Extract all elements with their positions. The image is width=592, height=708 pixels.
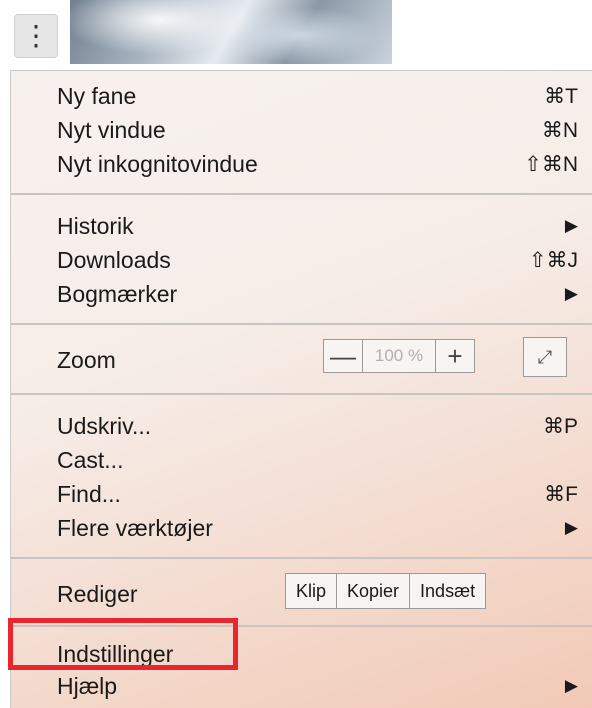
vertical-dots-icon: ⋮ — [22, 20, 50, 51]
menu-item-bookmarks[interactable]: Bogmærker ▶ — [57, 277, 578, 311]
menu-item-label: Bogmærker — [57, 280, 178, 307]
paste-button[interactable]: Indsæt — [410, 573, 487, 609]
menu-item-zoom: Zoom — [57, 343, 578, 377]
submenu-arrow-icon: ▶ — [564, 518, 578, 537]
copy-button[interactable]: Kopier — [337, 573, 411, 609]
menu-item-label: Zoom — [57, 346, 116, 373]
menu-item-print[interactable]: Udskriv... ⌘P — [57, 409, 578, 443]
submenu-arrow-icon: ▶ — [564, 284, 578, 303]
zoom-out-button[interactable]: — — [323, 339, 363, 373]
settings-highlight-box — [8, 618, 238, 670]
background-photo — [70, 0, 392, 64]
menu-separator — [11, 323, 592, 325]
menu-item-find[interactable]: Find... ⌘F — [57, 477, 578, 511]
menu-item-new-window[interactable]: Nyt vindue ⌘N — [57, 113, 578, 147]
menu-item-downloads[interactable]: Downloads ⇧⌘J — [57, 243, 578, 277]
menu-item-label: Nyt inkognitovindue — [57, 150, 258, 177]
menu-button[interactable]: ⋮ — [14, 14, 58, 58]
menu-separator — [11, 557, 592, 559]
shortcut-label: ⇧⌘N — [524, 152, 578, 176]
menu-item-label: Ny fane — [57, 82, 137, 109]
zoom-in-button[interactable]: + — [435, 339, 475, 373]
menu-item-history[interactable]: Historik ▶ — [57, 209, 578, 243]
shortcut-label: ⌘F — [544, 482, 578, 506]
menu-item-new-tab[interactable]: Ny fane ⌘T — [57, 79, 578, 113]
fullscreen-button[interactable]: ⤢ — [523, 337, 567, 377]
menu-item-label: Historik — [57, 212, 134, 239]
menu-separator — [11, 193, 592, 195]
zoom-level-value: 100 % — [363, 339, 435, 373]
menu-separator — [11, 393, 592, 395]
menu-item-label: Udskriv... — [57, 412, 152, 439]
menu-item-more-tools[interactable]: Flere værktøjer ▶ — [57, 511, 578, 545]
menu-item-label: Flere værktøjer — [57, 514, 213, 541]
menu-item-label: Downloads — [57, 246, 171, 273]
menu-item-label: Rediger — [57, 580, 138, 607]
menu-item-help[interactable]: Hjælp ▶ — [57, 669, 578, 703]
menu-item-label: Hjælp — [57, 672, 118, 699]
shortcut-label: ⌘P — [542, 414, 578, 438]
shortcut-label: ⌘N — [541, 118, 578, 142]
cut-button[interactable]: Klip — [285, 573, 338, 609]
fullscreen-icon: ⤢ — [537, 346, 553, 367]
shortcut-label: ⌘T — [544, 84, 578, 108]
menu-item-label: Cast... — [57, 446, 124, 473]
menu-item-incognito-window[interactable]: Nyt inkognitovindue ⇧⌘N — [57, 147, 578, 181]
browser-menu: Ny fane ⌘T Nyt vindue ⌘N Nyt inkognitovi… — [10, 70, 592, 708]
menu-item-label: Nyt vindue — [57, 116, 166, 143]
browser-toolbar: ⋮ — [0, 0, 592, 70]
menu-item-cast[interactable]: Cast... — [57, 443, 578, 477]
submenu-arrow-icon: ▶ — [564, 676, 578, 695]
submenu-arrow-icon: ▶ — [564, 216, 578, 235]
shortcut-label: ⇧⌘J — [528, 248, 578, 272]
menu-item-label: Find... — [57, 480, 121, 507]
